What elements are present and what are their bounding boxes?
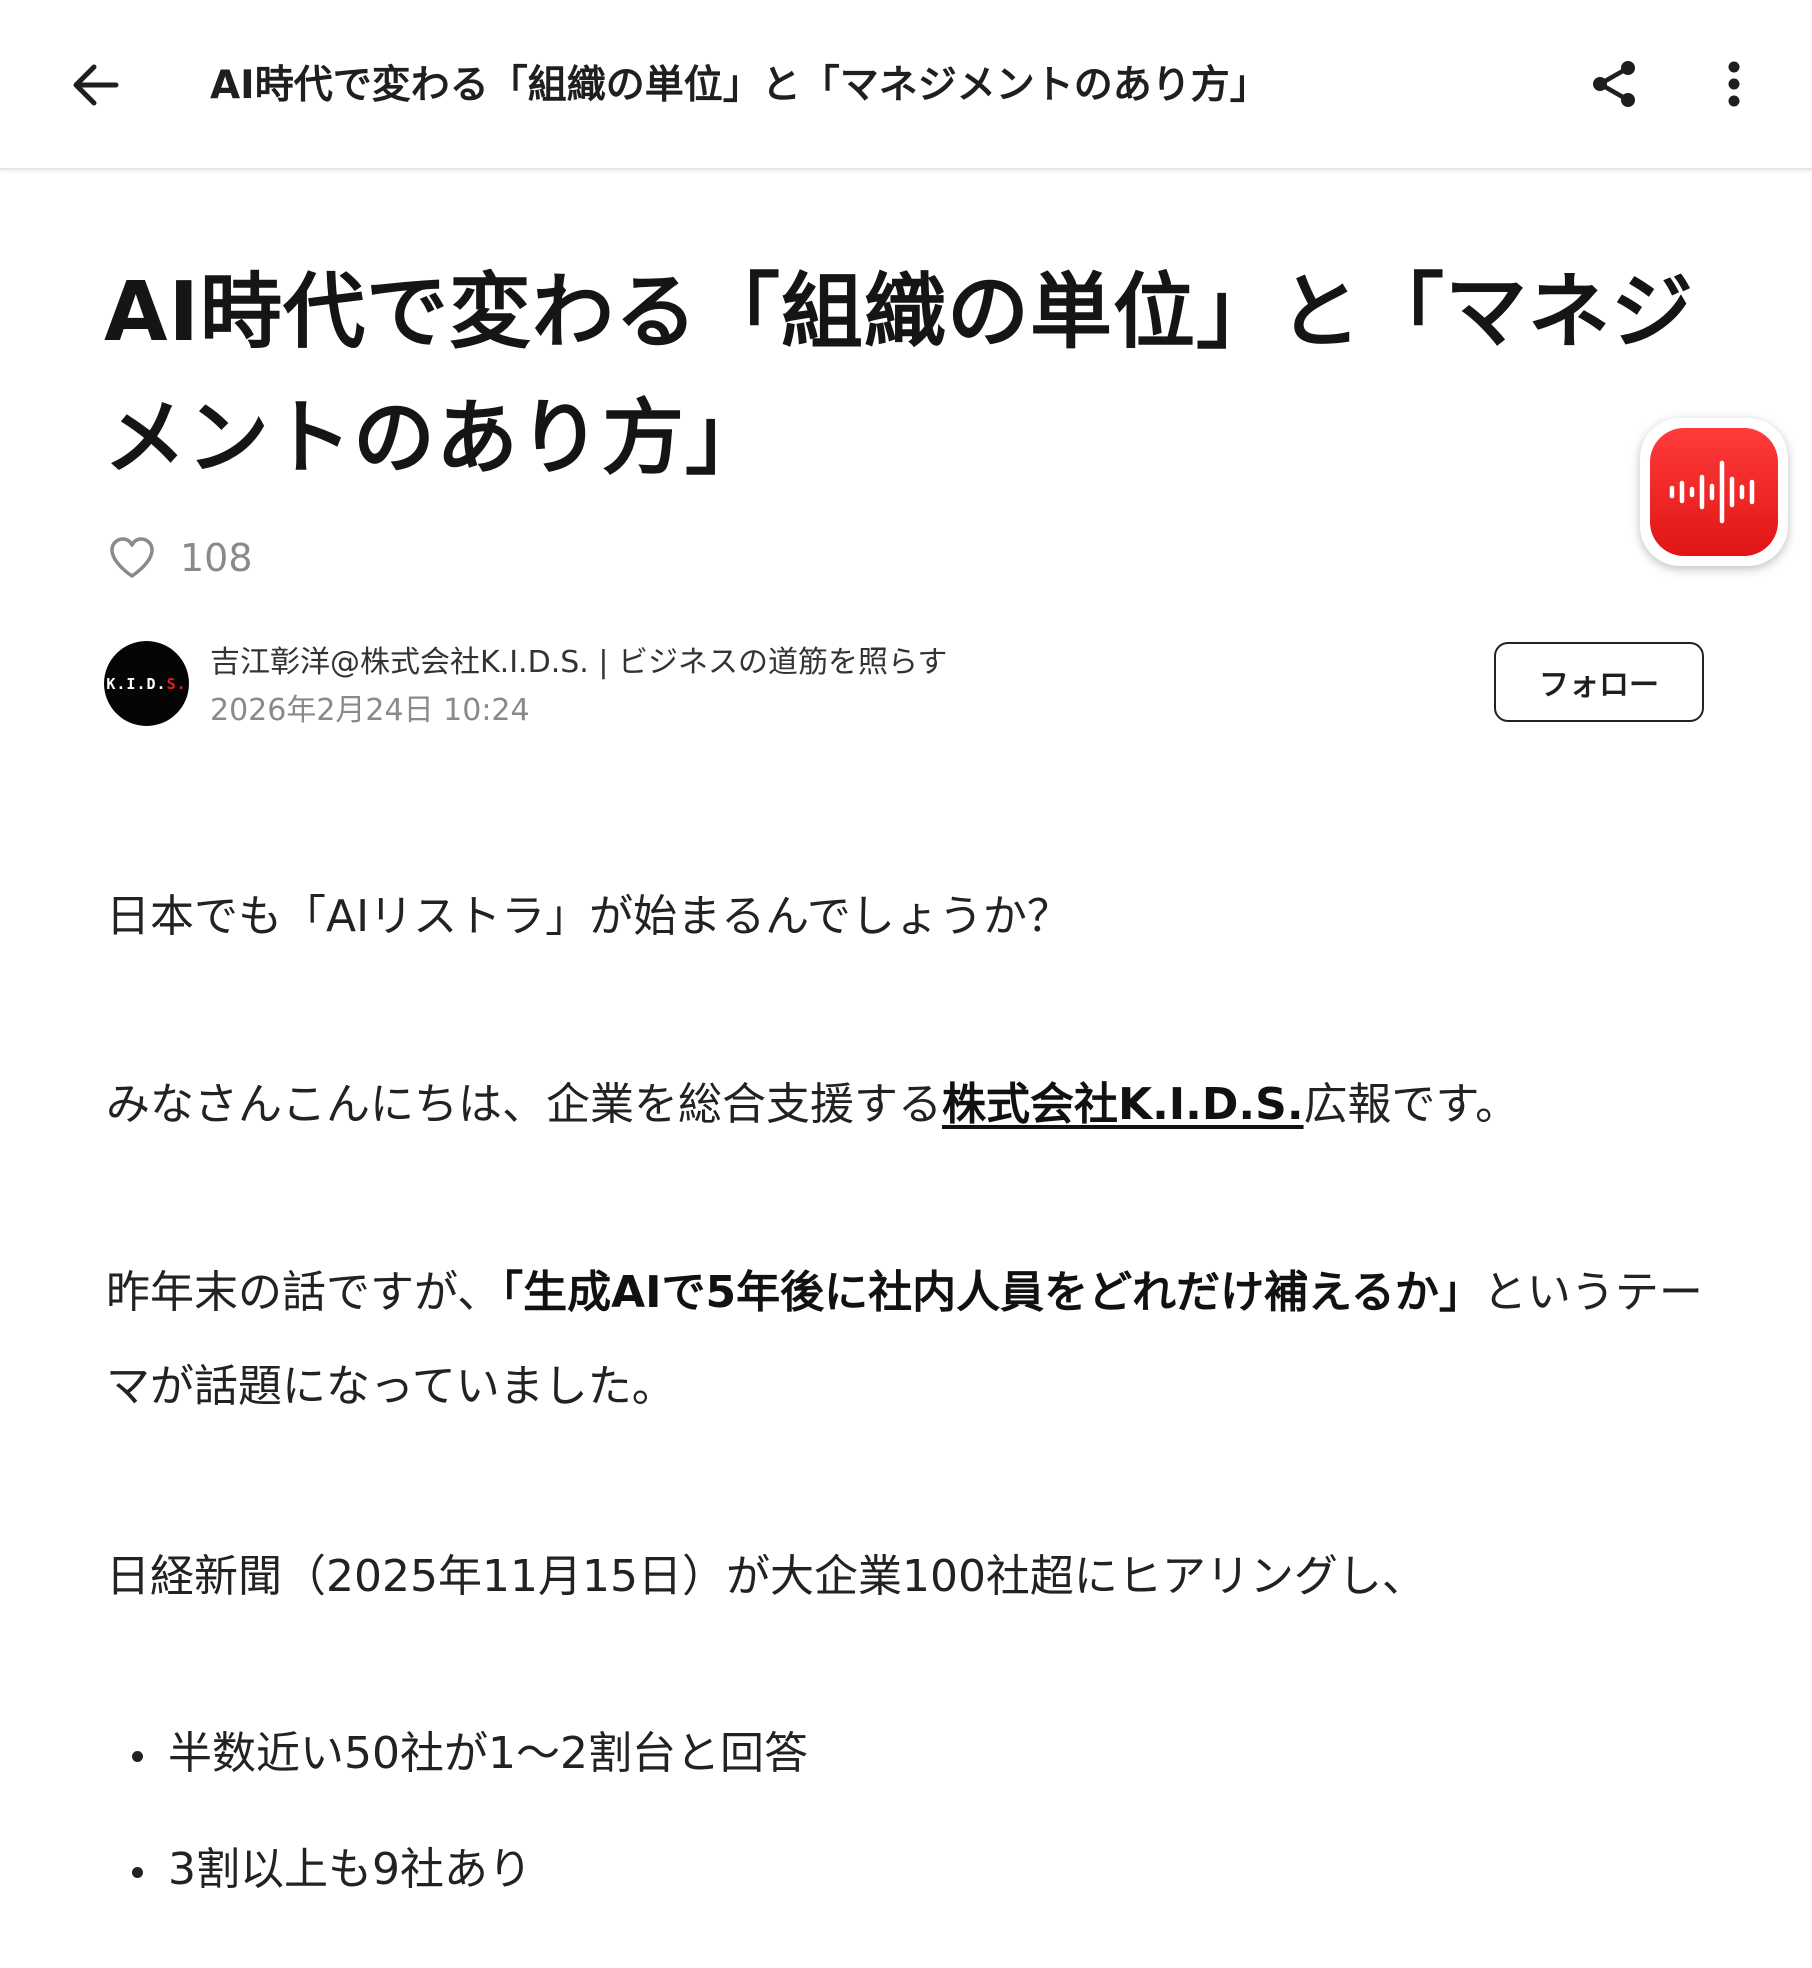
list-item: 3割以上も9社あり <box>106 1840 1706 1900</box>
audio-waveform-icon <box>1669 460 1755 524</box>
post-date: 2026年2月24日 10:24 <box>210 693 530 728</box>
article-title: AI時代で変わる「組織の単位」と「マネジメントのあり方」 <box>104 265 1694 486</box>
author-name[interactable]: 吉江彰洋@株式会社K.I.D.S. | ビジネスの道筋を照らす <box>210 642 947 684</box>
list-item: 半数近い50社が1〜2割台と回答 <box>106 1724 1706 1784</box>
like-count: 108 <box>180 536 253 580</box>
audio-fab-background <box>1650 428 1778 556</box>
follow-button[interactable]: フォロー <box>1494 642 1704 722</box>
topic-highlight: 「生成AIで5年後に社内人員をどれだけ補えるか」 <box>501 1267 1483 1318</box>
app-bar: AI時代で変わる「組織の単位」と「マネジメントのあり方」 <box>0 0 1812 170</box>
survey-results-list: 半数近い50社が1〜2割台と回答 3割以上も9社あり <box>106 1724 1706 1956</box>
paragraph-greeting: みなさんこんにちは、企業を総合支援する株式会社K.I.D.S.広報です。 <box>106 1058 1726 1152</box>
greeting-text: みなさんこんにちは、企業を総合支援する <box>106 1079 942 1130</box>
like-row[interactable]: 108 <box>108 528 253 588</box>
avatar-logo-text: K.I.D.S. <box>106 674 187 693</box>
share-button[interactable] <box>1586 56 1642 112</box>
appbar-title: AI時代で変わる「組織の単位」と「マネジメントのあり方」 <box>210 63 1269 108</box>
more-vertical-icon <box>1728 61 1740 107</box>
paragraph-intro-question: 日本でも「AIリストラ」が始まるんでしょうか？ <box>106 891 1071 942</box>
heart-outline-icon[interactable] <box>108 536 156 580</box>
paragraph-survey: 日経新聞（2025年11月15日）が大企業100社超にヒアリングし、 <box>106 1551 1426 1602</box>
share-icon <box>1593 61 1635 107</box>
author-avatar[interactable]: K.I.D.S. <box>104 641 189 726</box>
company-link[interactable]: 株式会社K.I.D.S. <box>942 1079 1304 1130</box>
topic-lead: 昨年末の話ですが、 <box>106 1267 502 1318</box>
paragraph-topic: 昨年末の話ですが、「生成AIで5年後に社内人員をどれだけ補えるか」というテーマが… <box>106 1246 1726 1434</box>
arrow-left-icon <box>73 64 119 106</box>
more-options-button[interactable] <box>1706 56 1762 112</box>
back-button[interactable] <box>62 56 128 114</box>
audio-player-button[interactable] <box>1640 418 1788 566</box>
greeting-suffix: 広報です。 <box>1303 1079 1520 1130</box>
